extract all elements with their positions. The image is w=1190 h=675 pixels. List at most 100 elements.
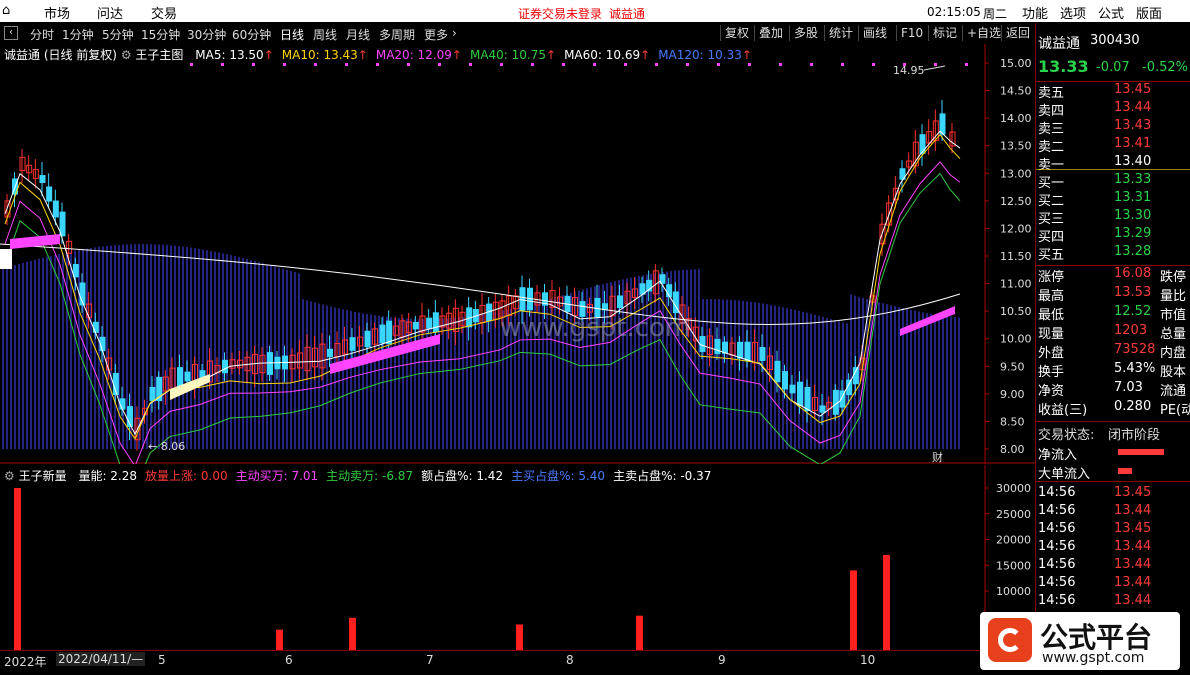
backdrop-bar — [934, 314, 936, 449]
menu-layout[interactable]: 版面 — [1136, 3, 1162, 22]
backdrop-bar — [334, 307, 336, 449]
btn-stats[interactable]: 统计 — [824, 25, 857, 41]
menu-bar: ⌂ 市场 问达 交易 证券交易未登录 诚益通 02:15:05 周二 功能 选项… — [0, 0, 1190, 22]
sell-level-value: 13.44 — [1114, 100, 1152, 115]
kline-svg: 15.00 14.50 14.00 13.50 13.00 12.50 12.00 11.50… — [0, 44, 1035, 491]
stock-link[interactable]: 诚益通 — [609, 5, 645, 22]
app-menu-icon[interactable]: ⌂ — [2, 3, 10, 18]
flow-net-bar — [1118, 449, 1164, 455]
candle — [797, 381, 803, 407]
backdrop-bar — [474, 315, 476, 449]
indicator-name[interactable]: 王子主图 — [135, 48, 183, 62]
backdrop-bar — [26, 261, 28, 449]
signal-dot — [469, 63, 472, 66]
weekday: 周二 — [983, 7, 1008, 21]
backdrop-bar — [878, 302, 880, 449]
backdrop-bar — [42, 257, 44, 449]
menu-formula[interactable]: 公式 — [1098, 3, 1124, 22]
settings-icon[interactable]: ⚙ — [121, 48, 132, 62]
tab-multi-period[interactable]: 多周期 — [379, 26, 415, 43]
sub-indicator-name[interactable]: 王子新量 — [19, 469, 67, 483]
volume-bar — [636, 615, 643, 650]
backdrop-bar — [186, 247, 188, 449]
candle — [617, 295, 623, 309]
signal-dot — [965, 63, 968, 66]
tab-15min[interactable]: 15分钟 — [141, 26, 180, 43]
sub-header: ⚙ 王子新量 量能: 2.28 放量上涨: 0.00 主动买万: 7.01 主动卖万:… — [4, 467, 711, 484]
menu-options[interactable]: 选项 — [1060, 3, 1086, 22]
backdrop-bar — [214, 251, 216, 449]
tab-more[interactable]: 更多 — [424, 26, 448, 43]
backdrop-bar — [242, 258, 244, 449]
menu-market[interactable]: 市场 — [44, 3, 70, 22]
signal-dot — [593, 63, 596, 66]
backdrop-bar — [802, 311, 804, 449]
btn-back[interactable]: 返回 — [1001, 25, 1034, 41]
menu-trade[interactable]: 交易 — [151, 3, 177, 22]
y-tick-label: 9.00 — [1000, 388, 1025, 401]
backdrop-bar — [202, 249, 204, 449]
tick-label: 14:56 — [1038, 485, 1076, 500]
tab-5min[interactable]: 5分钟 — [102, 26, 134, 43]
btn-multi-stock[interactable]: 多股 — [789, 25, 822, 41]
btn-draw[interactable]: 画线 — [858, 25, 891, 41]
backdrop-bar — [938, 315, 940, 449]
y-tick-label: 15.00 — [1000, 57, 1032, 70]
y-tick-label: 14.00 — [1000, 112, 1032, 125]
btn-f10[interactable]: F10 — [896, 25, 927, 41]
backdrop-bar — [166, 244, 168, 449]
backdrop-bar — [326, 305, 328, 449]
logo-url: www.gspt.com — [1042, 650, 1145, 666]
tab-60min[interactable]: 60分钟 — [232, 26, 271, 43]
btn-adjust[interactable]: 复权 — [720, 25, 753, 41]
backdrop-bar — [170, 245, 172, 449]
login-warning[interactable]: 证券交易未登录 — [518, 5, 602, 22]
stat-value: 0.280 — [1114, 399, 1152, 414]
tab-monthly[interactable]: 月线 — [346, 26, 370, 43]
backdrop-bar — [154, 244, 156, 449]
backdrop-bar — [894, 306, 896, 449]
chevron-right-icon[interactable]: › — [452, 26, 457, 40]
y-tick-label: 14.50 — [1000, 85, 1032, 98]
last-price: 13.33 — [1038, 57, 1089, 76]
y-tick-label: 10000 — [996, 585, 1031, 598]
tab-1min[interactable]: 1分钟 — [62, 26, 94, 43]
backdrop-bar — [898, 307, 900, 449]
ma-label: MA60: 10.69 — [564, 48, 641, 62]
backdrop-bar — [814, 314, 816, 449]
buy-level-label: 买一 — [1038, 176, 1065, 191]
backdrop-bar — [62, 253, 64, 449]
tab-30min[interactable]: 30分钟 — [187, 26, 226, 43]
backdrop-bar — [450, 317, 452, 449]
btn-overlay[interactable]: 叠加 — [754, 25, 787, 41]
stock-name: 诚益通 — [1038, 36, 1080, 52]
menu-function[interactable]: 功能 — [1022, 3, 1048, 22]
sell-level-value: 13.40 — [1114, 154, 1152, 169]
stat-label: 换手 — [1038, 365, 1065, 380]
settings-icon[interactable]: ⚙ — [4, 469, 15, 483]
backdrop-bar — [194, 248, 196, 449]
backdrop-bar — [946, 316, 948, 449]
menu-wenda[interactable]: 问达 — [97, 3, 123, 22]
volume-chart[interactable]: 30000 25000 20000 15000 10000 ⚙ 王子新量 量能: 2.2… — [0, 465, 1035, 650]
backdrop-bar — [638, 275, 640, 449]
tab-weekly[interactable]: 周线 — [313, 26, 337, 43]
tab-timeshare[interactable]: 分时 — [30, 26, 54, 43]
btn-add-watch[interactable]: +自选 — [962, 25, 1005, 41]
sell-level-label: 卖五 — [1038, 86, 1065, 101]
tab-daily[interactable]: 日线 — [280, 26, 304, 43]
collapse-icon[interactable]: ‹ — [4, 26, 18, 40]
backdrop-bar — [190, 247, 192, 449]
volume-svg: 30000 25000 20000 15000 10000 — [14, 465, 1031, 650]
btn-mark[interactable]: 标记 — [928, 25, 961, 41]
backdrop-bar — [218, 252, 220, 449]
watermark: www.gspt.com — [500, 313, 690, 343]
sell-level-value: 13.43 — [1114, 118, 1152, 133]
backdrop-bar — [930, 313, 932, 449]
date-axis: 2022年 2022/04/11/— 5 6 7 8 9 10 — [0, 650, 985, 670]
backdrop-bar — [766, 304, 768, 449]
stat-extra: 总量 — [1160, 327, 1187, 342]
backdrop-bar — [722, 299, 724, 449]
kline-chart[interactable]: 15.00 14.50 14.00 13.50 13.00 12.50 12.00 11.50… — [0, 44, 1035, 491]
backdrop-bar — [718, 299, 720, 449]
